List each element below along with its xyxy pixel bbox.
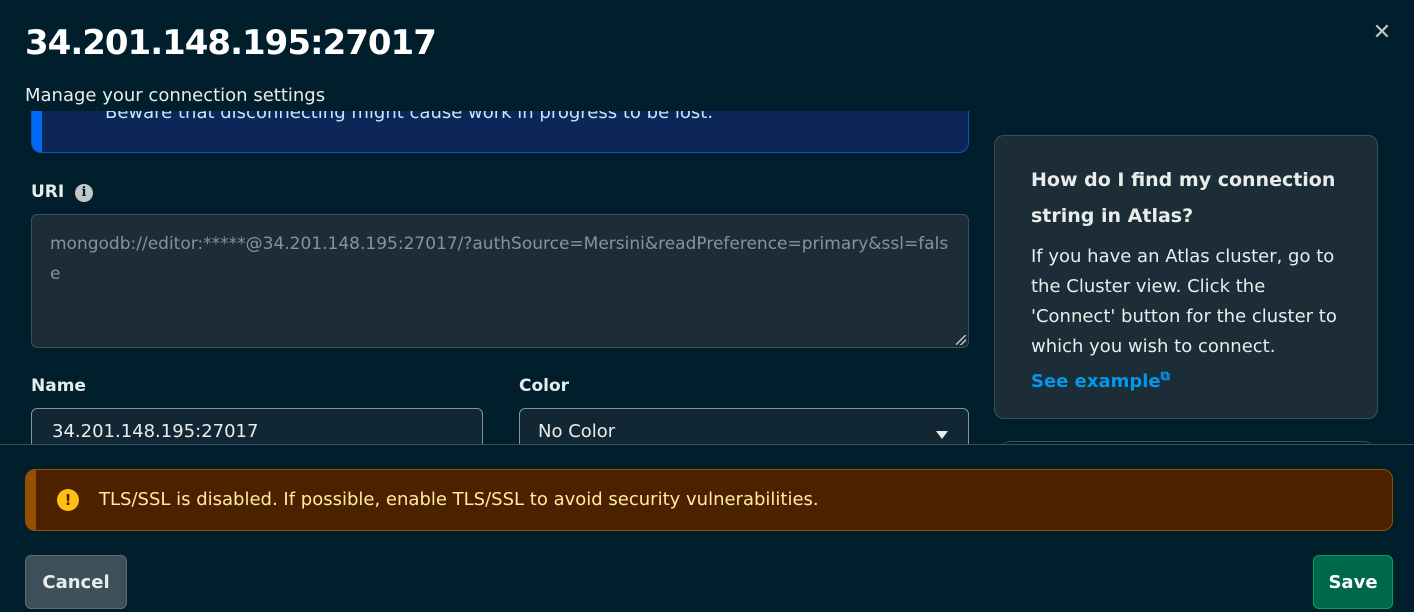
cancel-button[interactable]: Cancel xyxy=(25,555,127,609)
connection-form-scroll-area[interactable]: Beware that disconnecting might cause wo… xyxy=(0,111,1414,444)
warning-icon: ! xyxy=(57,489,79,511)
tls-warning-banner: ! TLS/SSL is disabled. If possible, enab… xyxy=(25,469,1393,531)
help-title: How do I find my connection string in At… xyxy=(1031,169,1336,227)
chevron-down-icon xyxy=(936,431,948,439)
warning-text: TLS/SSL is disabled. If possible, enable… xyxy=(99,489,819,510)
footer-divider xyxy=(0,444,1414,445)
warning-accent-stripe xyxy=(26,470,36,530)
name-input[interactable]: 34.201.148.195:27017 xyxy=(31,408,483,444)
color-label: Color xyxy=(519,376,570,396)
help-body: If you have an Atlas cluster, go to the … xyxy=(1031,246,1337,357)
name-label: Name xyxy=(31,376,86,396)
atlas-help-card: How do I find my connection string in At… xyxy=(994,135,1378,419)
disconnect-info-banner: Beware that disconnecting might cause wo… xyxy=(31,111,969,153)
modal-subtitle: Manage your connection settings xyxy=(25,85,326,106)
external-link-icon: ⧉ xyxy=(1160,369,1170,384)
close-icon[interactable]: ✕ xyxy=(1370,20,1394,45)
color-select[interactable]: No Color xyxy=(519,408,969,444)
color-select-value: No Color xyxy=(538,421,616,442)
info-icon[interactable]: i xyxy=(75,184,93,202)
see-example-label: See example xyxy=(1031,371,1161,392)
see-example-link[interactable]: See example⧉ xyxy=(1031,362,1170,397)
resize-handle[interactable] xyxy=(956,335,966,345)
modal-title: 34.201.148.195:27017 xyxy=(25,23,437,63)
uri-value: mongodb://editor:*****@34.201.148.195:27… xyxy=(50,234,949,284)
banner-accent-stripe xyxy=(32,111,42,152)
uri-textarea[interactable]: mongodb://editor:*****@34.201.148.195:27… xyxy=(31,214,969,348)
save-button[interactable]: Save xyxy=(1313,555,1393,609)
info-banner-text: Beware that disconnecting might cause wo… xyxy=(105,111,714,123)
uri-label: URI xyxy=(31,182,65,202)
